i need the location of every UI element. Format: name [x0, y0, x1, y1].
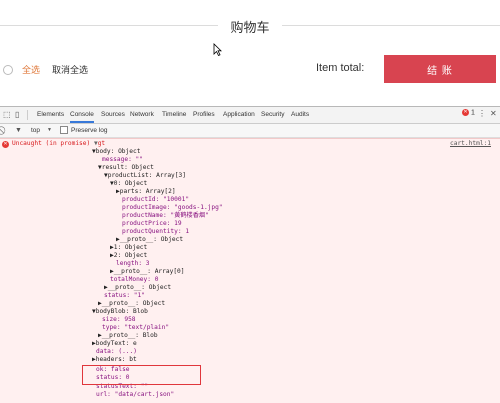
- highlight-box: [82, 365, 201, 385]
- devtools-tabbar: ⬚ ▯ Elements Console Sources Network Tim…: [0, 107, 500, 124]
- context-select[interactable]: top: [31, 125, 40, 136]
- tree-node: status: "1": [104, 292, 145, 299]
- console-toolbar: ⃠ ▼ top ▼ Preserve log: [0, 124, 500, 138]
- preserve-log-checkbox[interactable]: [60, 126, 68, 135]
- checkout-button[interactable]: 结 账: [384, 55, 496, 83]
- tree-node[interactable]: ▶1: Object: [110, 244, 147, 252]
- tree-node[interactable]: ▶parts: Array[2]: [116, 188, 176, 196]
- device-mode-icon[interactable]: ▯: [15, 110, 19, 120]
- tree-node[interactable]: ▶2: Object: [110, 252, 147, 260]
- tab-elements[interactable]: Elements: [37, 107, 64, 123]
- tree-node[interactable]: ▶bodyText: e: [92, 340, 137, 348]
- tree-node: size: 958: [102, 316, 136, 323]
- tree-node[interactable]: ▶__proto__: Object: [116, 236, 183, 244]
- tree-node: length: 3: [116, 260, 150, 267]
- cancel-all-link[interactable]: 取消全选: [52, 63, 88, 76]
- tree-node[interactable]: ▶__proto__: Object: [98, 300, 165, 308]
- select-all-link[interactable]: 全选: [22, 63, 40, 76]
- tree-node[interactable]: ▶__proto__: Array[0]: [110, 268, 185, 276]
- tree-node: totalMoney: 0: [110, 276, 159, 283]
- devtools-panel: ⬚ ▯ Elements Console Sources Network Tim…: [0, 106, 500, 403]
- error-count: 1: [470, 109, 475, 117]
- title-divider-left: [0, 25, 218, 26]
- tab-security[interactable]: Security: [261, 107, 284, 123]
- tab-timeline[interactable]: Timeline: [162, 107, 186, 123]
- source-link[interactable]: cart.html:1: [450, 140, 491, 148]
- tree-node[interactable]: data: (...): [96, 348, 137, 356]
- page-title: 购物车: [230, 20, 270, 35]
- tree-node[interactable]: ▼result: Object: [98, 164, 154, 172]
- tree-node: productImage: "goods-1.jpg": [122, 204, 223, 211]
- tree-node[interactable]: ▼bodyBlob: Blob: [92, 308, 148, 316]
- tree-node: message: "": [102, 156, 143, 163]
- tree-node: url: "data/cart.json": [96, 391, 175, 398]
- tree-node: productId: "10001": [122, 196, 190, 203]
- tab-sources[interactable]: Sources: [101, 107, 125, 123]
- tree-node: type: "text/plain": [102, 324, 170, 331]
- tree-node[interactable]: ▶headers: bt: [92, 356, 137, 364]
- tree-node[interactable]: ▼0: Object: [110, 180, 147, 188]
- error-count-badge[interactable]: ✕ 1: [462, 109, 475, 116]
- console-output: ✕ Uncaught (in promise) ▼gt cart.html:1 …: [0, 138, 500, 403]
- mouse-cursor-icon: [213, 43, 222, 56]
- tab-console[interactable]: Console: [70, 107, 94, 123]
- item-total-label: Item total:: [316, 62, 365, 74]
- tree-node: productName: "黄鹤楼香烟": [122, 212, 209, 219]
- chevron-down-icon[interactable]: ▼: [47, 125, 52, 136]
- tree-node: productPrice: 19: [122, 220, 182, 227]
- preserve-log-option[interactable]: Preserve log: [60, 125, 108, 136]
- filter-icon[interactable]: ▼: [15, 125, 22, 136]
- error-message: Uncaught (in promise) ▼gt: [12, 140, 106, 147]
- tree-node: productQuentity: 1: [122, 228, 190, 235]
- tab-audits[interactable]: Audits: [291, 107, 309, 123]
- cart-page: 购物车 全选 取消全选 Item total: 结 账: [0, 0, 500, 106]
- preserve-log-label: Preserve log: [71, 127, 108, 134]
- error-icon: ✕: [2, 141, 9, 148]
- tab-application[interactable]: Application: [223, 107, 255, 123]
- select-all-radio[interactable]: [3, 65, 13, 75]
- toolbar-divider: [27, 110, 28, 120]
- inspect-element-icon[interactable]: ⬚: [3, 110, 11, 120]
- title-divider-right: [282, 25, 500, 26]
- close-devtools-icon[interactable]: ✕: [490, 109, 497, 118]
- tree-node[interactable]: ▼productList: Array[3]: [104, 172, 186, 180]
- tab-profiles[interactable]: Profiles: [193, 107, 215, 123]
- tree-node[interactable]: ▶__proto__: Object: [104, 284, 171, 292]
- tree-node[interactable]: ▼body: Object: [92, 148, 140, 156]
- error-icon: ✕: [462, 109, 469, 116]
- devtools-menu-icon[interactable]: ⋮: [478, 109, 486, 118]
- tab-network[interactable]: Network: [130, 107, 154, 123]
- tree-node[interactable]: ▶__proto__: Blob: [98, 332, 158, 340]
